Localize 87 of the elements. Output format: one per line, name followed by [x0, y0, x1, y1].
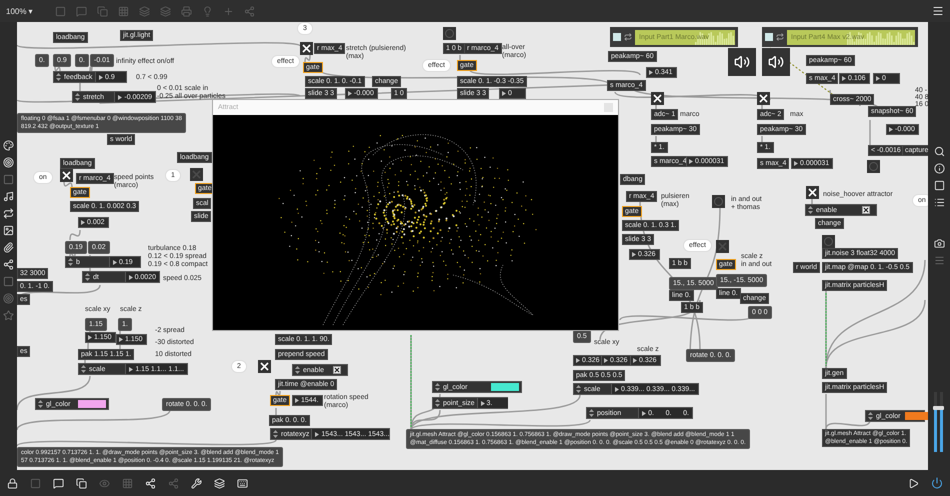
loop-icon[interactable]: [776, 33, 784, 41]
updown-arrows-icon: [56, 73, 61, 81]
toggle[interactable]: [651, 92, 664, 105]
menu-icon[interactable]: [932, 5, 944, 17]
toggle[interactable]: [258, 360, 271, 373]
updown-arrows-icon: [435, 383, 440, 391]
color-swatch[interactable]: [904, 412, 928, 420]
music-note-icon[interactable]: [3, 191, 14, 202]
triangle-icon: [633, 358, 637, 363]
triangle-icon: [118, 94, 122, 100]
palette-icon[interactable]: [3, 140, 14, 151]
triangle-icon: [876, 76, 880, 81]
star-icon[interactable]: [3, 310, 14, 321]
play-icon[interactable]: [908, 478, 919, 488]
updown-arrows-icon: [273, 430, 278, 438]
triangle-icon: [99, 74, 103, 80]
toggle[interactable]: [300, 42, 313, 55]
speaker-button[interactable]: [762, 48, 790, 76]
patch-cord: [69, 230, 81, 240]
triangle-icon: [480, 400, 485, 406]
share-icon[interactable]: [3, 259, 14, 270]
triangle-icon: [295, 398, 299, 403]
triangle-icon: [81, 220, 85, 225]
loop-icon[interactable]: [624, 33, 632, 41]
updown-arrows-icon: [576, 385, 581, 393]
toggle[interactable]: [806, 186, 819, 199]
color-swatch[interactable]: [491, 383, 519, 391]
color-swatch[interactable]: [78, 400, 106, 408]
wrench-icon[interactable]: [191, 478, 202, 488]
triangle-icon: [129, 366, 134, 372]
bars-icon[interactable]: [934, 255, 944, 266]
patch-cord: [304, 54, 311, 64]
updown-arrows-icon: [85, 273, 90, 281]
search-icon[interactable]: [934, 146, 944, 157]
speech-bubble-icon[interactable]: [53, 478, 64, 488]
patch-cord: [69, 252, 76, 258]
triangle-icon: [604, 358, 608, 363]
checkbox[interactable]: [333, 366, 341, 374]
updown-arrows-icon: [589, 409, 594, 417]
speaker-button[interactable]: [728, 48, 756, 76]
keyboard-icon[interactable]: [237, 478, 248, 488]
triangle-icon: [315, 432, 320, 436]
triangle-icon: [649, 70, 653, 75]
updown-arrows-icon: [295, 366, 300, 374]
updown-arrows-icon: [808, 206, 813, 214]
zoom-menu[interactable]: 100% ▾: [6, 6, 33, 16]
triangle-icon: [576, 358, 580, 363]
updown-arrows-icon: [38, 400, 43, 408]
copy-icon[interactable]: [76, 478, 87, 488]
updown-arrows-icon: [75, 93, 80, 101]
updown-arrows-icon: [435, 399, 440, 407]
triangle-icon: [88, 335, 92, 340]
image-icon[interactable]: [3, 225, 14, 236]
triangle-icon: [119, 337, 123, 342]
triangle-icon: [842, 76, 846, 81]
patch-cord: [89, 66, 93, 72]
toggle[interactable]: [60, 169, 73, 182]
checkbox-icon[interactable]: [613, 33, 621, 41]
toggle[interactable]: [716, 240, 729, 253]
paperclip-icon[interactable]: [3, 242, 14, 253]
triangle-icon: [642, 410, 646, 416]
toggle[interactable]: [190, 168, 203, 181]
triangle-icon: [128, 274, 133, 280]
triangle-icon: [689, 159, 693, 164]
toggle[interactable]: [757, 92, 770, 105]
checkbox-icon[interactable]: [765, 33, 773, 41]
speaker-icon: [768, 54, 784, 70]
updown-arrows-icon: [81, 365, 86, 373]
checkbox[interactable]: [862, 206, 870, 214]
patch-cord: [275, 390, 281, 396]
speaker-icon: [734, 54, 750, 70]
triangle-icon: [632, 252, 636, 257]
triangle-icon: [615, 386, 620, 392]
camera-icon[interactable]: [934, 238, 944, 249]
lock-icon[interactable]: [7, 478, 18, 488]
patch-cord: [63, 180, 73, 188]
level-meter-drawing: [932, 392, 946, 452]
triangle-icon: [889, 127, 893, 132]
info-icon[interactable]: [934, 163, 944, 174]
updown-arrows-icon: [68, 258, 73, 266]
triangle-icon: [348, 91, 352, 96]
updown-arrows-icon: [868, 412, 873, 420]
triangle-icon: [502, 91, 506, 96]
patch-cord: [54, 66, 61, 72]
power-icon[interactable]: [931, 477, 943, 489]
triangle-icon: [113, 260, 117, 264]
triangle-icon: [794, 161, 798, 166]
